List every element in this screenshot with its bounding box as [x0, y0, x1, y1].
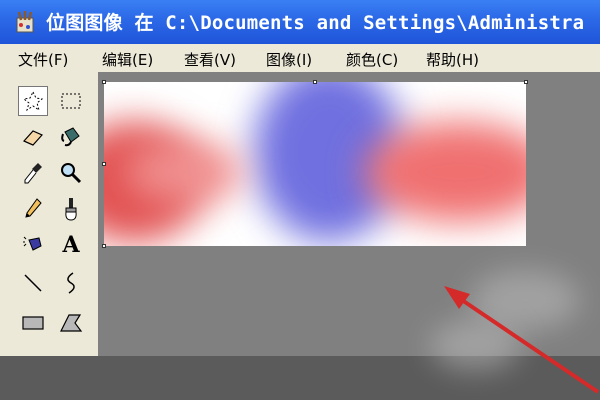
- annotation-arrow: [444, 286, 600, 394]
